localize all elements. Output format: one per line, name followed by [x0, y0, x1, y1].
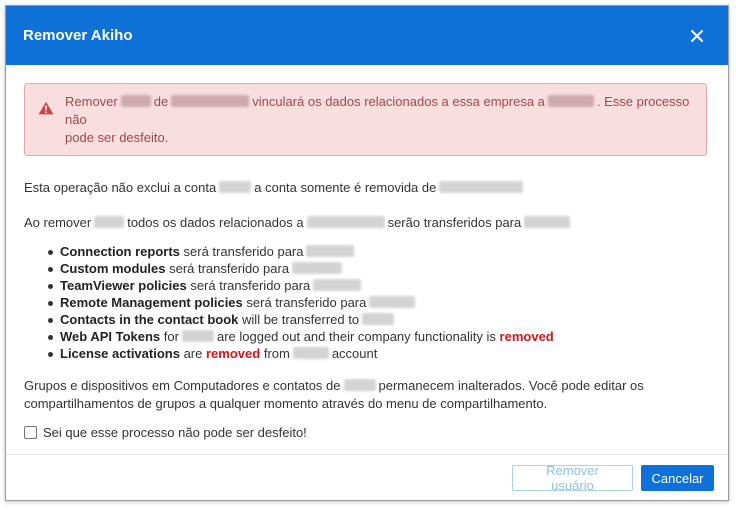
alert-text-part: pode ser desfeito.	[65, 130, 169, 145]
confirm-row: Sei que esse processo não pode ser desfe…	[24, 425, 707, 440]
alert-text-part: Remover	[65, 94, 118, 109]
redacted-text	[343, 379, 376, 391]
text-part: a conta somente é removida de	[254, 180, 437, 195]
redacted-text	[524, 216, 571, 228]
item-title: Web API Tokens	[60, 329, 161, 344]
list-item: Remote Management policies será transfer…	[48, 294, 707, 311]
dialog-header: Remover Akiho	[6, 6, 728, 65]
redacted-text	[439, 181, 524, 193]
item-text: será transferido para	[183, 244, 304, 259]
transfer-list: Connection reports será transferido para…	[48, 243, 707, 362]
removed-label: removed	[206, 346, 261, 361]
warning-alert: Remover de vinculará os dados relacionados…	[24, 83, 707, 156]
item-text: account	[331, 346, 378, 361]
cancel-button[interactable]: Cancelar	[641, 465, 714, 491]
item-text: será transferido para	[169, 261, 290, 276]
list-item: Connection reports será transferido para	[48, 243, 707, 260]
removed-label: removed	[499, 329, 554, 344]
item-title: Custom modules	[60, 261, 166, 276]
text-part: Ao remover	[24, 215, 92, 230]
item-text: for	[163, 329, 179, 344]
redacted-text	[313, 279, 362, 291]
redacted-text	[292, 347, 329, 359]
redacted-text	[362, 313, 395, 325]
text-part: permanecem inalterados. Você pode editar…	[378, 378, 644, 393]
item-text: are logged out and their company functio…	[216, 329, 496, 344]
item-title: TeamViewer policies	[60, 278, 187, 293]
remove-dialog: Remover Akiho Remover de vinculará os dado…	[5, 5, 729, 501]
footer-divider	[6, 454, 728, 455]
redacted-text	[292, 262, 343, 274]
confirm-checkbox[interactable]	[24, 426, 37, 439]
remove-user-button[interactable]: Remover usuário	[512, 463, 633, 493]
item-text: are	[183, 346, 203, 361]
alert-text-part: vinculará os dados relacionados a essa e…	[252, 94, 545, 109]
dialog-body: Remover de vinculará os dados relacionados…	[6, 65, 728, 440]
warning-icon	[38, 101, 54, 115]
item-title: Connection reports	[60, 244, 180, 259]
confirm-checkbox-label[interactable]: Sei que esse processo não pode ser desfe…	[43, 425, 307, 440]
redacted-text	[369, 296, 416, 308]
item-text: from	[263, 346, 290, 361]
redacted-text	[181, 330, 214, 342]
redacted-text	[306, 245, 355, 257]
text-part: Esta operação não exclui a conta	[24, 180, 217, 195]
item-title: Remote Management policies	[60, 295, 243, 310]
redacted-text	[171, 95, 250, 107]
dialog-title: Remover Akiho	[23, 27, 133, 44]
item-text: will be transferred to	[242, 312, 360, 327]
redacted-text	[547, 95, 594, 107]
text-part: serão transferidos para	[387, 215, 522, 230]
text-part: Grupos e dispositivos em Computadores e …	[24, 378, 341, 393]
item-text: será transferido para	[246, 295, 367, 310]
redacted-text	[94, 216, 125, 228]
text-part: compartilhamentos de grupos a qualquer m…	[24, 396, 548, 411]
list-item: Contacts in the contact book will be tra…	[48, 311, 707, 328]
list-item: License activations are removed from acco…	[48, 345, 707, 362]
alert-text: Remover de vinculará os dados relacionados…	[65, 93, 694, 147]
list-item: Custom modules será transferido para	[48, 260, 707, 277]
info-paragraph-account: Esta operação não exclui a conta a conta …	[24, 179, 707, 197]
close-button[interactable]	[686, 25, 708, 47]
list-item: Web API Tokens for are logged out and the…	[48, 328, 707, 345]
info-paragraph-groups: Grupos e dispositivos em Computadores e …	[24, 377, 707, 413]
redacted-text	[306, 216, 385, 228]
redacted-text	[219, 181, 252, 193]
close-icon	[691, 29, 703, 42]
text-part: todos os dados relacionados a	[127, 215, 304, 230]
info-paragraph-transfer: Ao remover todos os dados relacionados a s…	[24, 214, 707, 232]
item-text: será transferido para	[190, 278, 311, 293]
alert-text-part: de	[153, 94, 169, 109]
item-title: Contacts in the contact book	[60, 312, 239, 327]
redacted-text	[120, 95, 151, 107]
dialog-footer: Remover usuário Cancelar	[512, 463, 714, 493]
item-title: License activations	[60, 346, 180, 361]
list-item: TeamViewer policies será transferido par…	[48, 277, 707, 294]
